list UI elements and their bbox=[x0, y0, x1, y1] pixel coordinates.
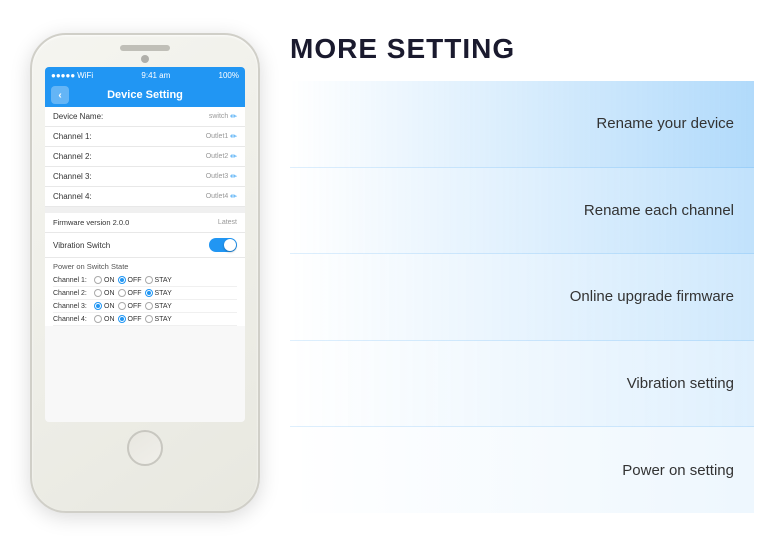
phone-speaker bbox=[120, 45, 170, 51]
power-channel2-stay-group: STAY bbox=[145, 289, 172, 297]
channel3-row: Channel 3: Outlet3 ✏ bbox=[45, 167, 245, 187]
power-channel2-off-group: OFF bbox=[118, 289, 142, 297]
channel1-label: Channel 1: bbox=[53, 132, 92, 141]
power-channel4-off-group: OFF bbox=[118, 315, 142, 323]
back-button[interactable]: ‹ bbox=[51, 86, 69, 104]
channel2-label: Channel 2: bbox=[53, 152, 92, 161]
power-channel2-on-group: ON bbox=[94, 289, 115, 297]
power-channel3-stay-radio[interactable] bbox=[145, 302, 153, 310]
phone-mockup: ●●●●● WiFi 9:41 am 100% ‹ Device Setting bbox=[30, 33, 260, 513]
power-channel2-stay-radio[interactable] bbox=[145, 289, 153, 297]
power-channel3-on-radio[interactable] bbox=[94, 302, 102, 310]
power-channel1-label: Channel 1: bbox=[53, 277, 91, 284]
toggle-knob bbox=[224, 239, 236, 251]
power-channel2-on-radio[interactable] bbox=[94, 289, 102, 297]
firmware-row: Firmware version 2.0.0 Latest bbox=[45, 213, 245, 233]
channel2-value: Outlet2 ✏ bbox=[206, 152, 237, 161]
channel3-value: Outlet3 ✏ bbox=[206, 172, 237, 181]
power-channel4-off-radio[interactable] bbox=[118, 315, 126, 323]
firmware-status: Latest bbox=[218, 219, 237, 226]
channel1-row: Channel 1: Outlet1 ✏ bbox=[45, 127, 245, 147]
vibration-toggle[interactable] bbox=[209, 238, 237, 252]
time-display: 9:41 am bbox=[141, 71, 170, 80]
vibration-row: Vibration Switch bbox=[45, 233, 245, 258]
nav-title: Device Setting bbox=[107, 89, 183, 101]
wifi-indicator: WiFi bbox=[77, 71, 93, 80]
power-channel1-stay-radio[interactable] bbox=[145, 276, 153, 284]
power-channel2-row: Channel 2: ON OFF STAY bbox=[53, 287, 237, 300]
phone-top bbox=[32, 35, 258, 67]
power-channel3-off-group: OFF bbox=[118, 302, 142, 310]
channel4-value: Outlet4 ✏ bbox=[206, 192, 237, 201]
home-button[interactable] bbox=[127, 430, 163, 466]
channel3-label: Channel 3: bbox=[53, 172, 92, 181]
page-title: MORE SETTING bbox=[290, 33, 754, 65]
status-left: ●●●●● WiFi bbox=[51, 71, 93, 80]
power-on-title: Power on Switch State bbox=[53, 262, 237, 271]
channel4-edit-icon[interactable]: ✏ bbox=[230, 192, 237, 201]
back-icon: ‹ bbox=[58, 90, 61, 101]
battery-indicator: 100% bbox=[219, 71, 239, 80]
power-channel2-off-radio[interactable] bbox=[118, 289, 126, 297]
power-channel4-on-group: ON bbox=[94, 315, 115, 323]
device-name-row: Device Name: switch ✏ bbox=[45, 107, 245, 127]
channel2-edit-icon[interactable]: ✏ bbox=[230, 152, 237, 161]
channel4-label: Channel 4: bbox=[53, 192, 92, 201]
power-channel3-off-radio[interactable] bbox=[118, 302, 126, 310]
power-channel3-stay-group: STAY bbox=[145, 302, 172, 310]
power-channel4-on-radio[interactable] bbox=[94, 315, 102, 323]
right-panel: MORE SETTING Rename your device Rename e… bbox=[290, 33, 754, 513]
feature-item-power-on: Power on setting bbox=[290, 427, 754, 513]
power-channel1-on-radio[interactable] bbox=[94, 276, 102, 284]
power-channel1-off-group: OFF bbox=[118, 276, 142, 284]
feature-item-firmware: Online upgrade firmware bbox=[290, 254, 754, 341]
feature-item-rename-device: Rename your device bbox=[290, 81, 754, 168]
main-container: ●●●●● WiFi 9:41 am 100% ‹ Device Setting bbox=[0, 0, 784, 546]
power-channel2-label: Channel 2: bbox=[53, 290, 91, 297]
channel1-value: Outlet1 ✏ bbox=[206, 132, 237, 141]
power-channel3-row: Channel 3: ON OFF STAY bbox=[53, 300, 237, 313]
power-channel1-stay-group: STAY bbox=[145, 276, 172, 284]
channel4-row: Channel 4: Outlet4 ✏ bbox=[45, 187, 245, 207]
status-bar: ●●●●● WiFi 9:41 am 100% bbox=[45, 67, 245, 83]
screen-content: Device Name: switch ✏ Channel 1: Outlet1… bbox=[45, 107, 245, 422]
firmware-label: Firmware version 2.0.0 bbox=[53, 218, 129, 227]
nav-bar: ‹ Device Setting bbox=[45, 83, 245, 107]
power-channel4-stay-radio[interactable] bbox=[145, 315, 153, 323]
power-channel1-off-radio[interactable] bbox=[118, 276, 126, 284]
channel1-edit-icon[interactable]: ✏ bbox=[230, 132, 237, 141]
power-channel1-row: Channel 1: ON OFF STAY bbox=[53, 274, 237, 287]
phone-camera bbox=[141, 55, 149, 63]
power-on-section: Power on Switch State Channel 1: ON OFF bbox=[45, 258, 245, 326]
channel2-row: Channel 2: Outlet2 ✏ bbox=[45, 147, 245, 167]
power-channel4-row: Channel 4: ON OFF STAY bbox=[53, 313, 237, 326]
feature-list: Rename your device Rename each channel O… bbox=[290, 81, 754, 513]
power-channel3-on-group: ON bbox=[94, 302, 115, 310]
power-channel3-label: Channel 3: bbox=[53, 303, 91, 310]
phone-screen: ●●●●● WiFi 9:41 am 100% ‹ Device Setting bbox=[45, 67, 245, 422]
device-name-label: Device Name: bbox=[53, 112, 103, 121]
power-channel4-label: Channel 4: bbox=[53, 316, 91, 323]
channel3-edit-icon[interactable]: ✏ bbox=[230, 172, 237, 181]
status-right: 100% bbox=[219, 71, 239, 80]
signal-indicator: ●●●●● bbox=[51, 71, 75, 80]
device-name-edit-icon[interactable]: ✏ bbox=[230, 112, 237, 121]
feature-item-vibration: Vibration setting bbox=[290, 341, 754, 428]
power-channel1-on-group: ON bbox=[94, 276, 115, 284]
device-name-value: switch ✏ bbox=[209, 112, 237, 121]
feature-item-rename-channel: Rename each channel bbox=[290, 168, 754, 255]
power-channel4-stay-group: STAY bbox=[145, 315, 172, 323]
vibration-label: Vibration Switch bbox=[53, 241, 110, 250]
